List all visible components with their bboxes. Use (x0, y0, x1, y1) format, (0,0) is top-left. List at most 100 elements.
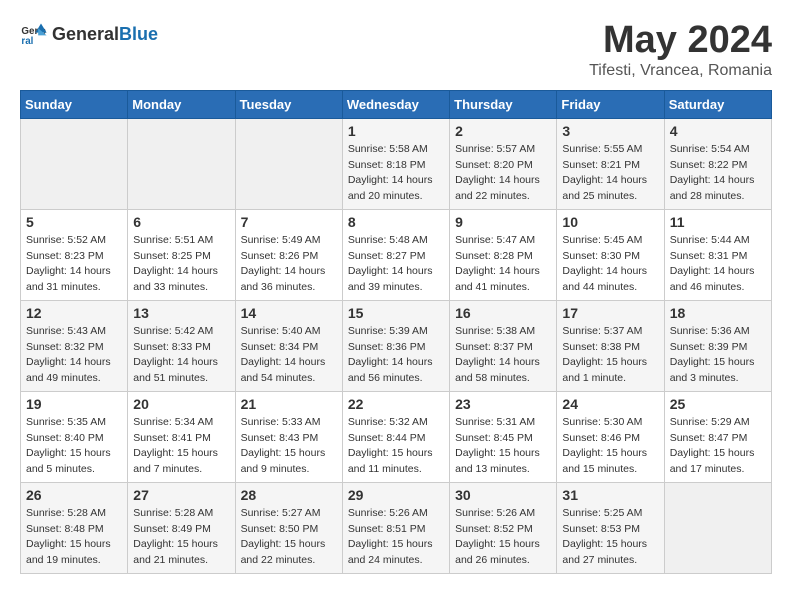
day-info: Sunrise: 5:28 AM Sunset: 8:48 PM Dayligh… (26, 506, 122, 569)
day-number: 31 (562, 487, 658, 503)
day-info: Sunrise: 5:31 AM Sunset: 8:45 PM Dayligh… (455, 415, 551, 478)
day-info: Sunrise: 5:37 AM Sunset: 8:38 PM Dayligh… (562, 324, 658, 387)
day-info: Sunrise: 5:49 AM Sunset: 8:26 PM Dayligh… (241, 233, 337, 296)
calendar-cell: 16Sunrise: 5:38 AM Sunset: 8:37 PM Dayli… (450, 300, 557, 391)
day-number: 25 (670, 396, 766, 412)
calendar-cell: 13Sunrise: 5:42 AM Sunset: 8:33 PM Dayli… (128, 300, 235, 391)
day-info: Sunrise: 5:25 AM Sunset: 8:53 PM Dayligh… (562, 506, 658, 569)
day-info: Sunrise: 5:55 AM Sunset: 8:21 PM Dayligh… (562, 142, 658, 205)
day-number: 29 (348, 487, 444, 503)
calendar-cell: 7 Sunrise: 5:49 AM Sunset: 8:26 PM Daylig… (235, 209, 342, 300)
location-subtitle: Tifesti, Vrancea, Romania (589, 62, 772, 80)
calendar-cell: 6 Sunrise: 5:51 AM Sunset: 8:25 PM Daylig… (128, 209, 235, 300)
day-info: Sunrise: 5:48 AM Sunset: 8:27 PM Dayligh… (348, 233, 444, 296)
day-info: Sunrise: 5:27 AM Sunset: 8:50 PM Dayligh… (241, 506, 337, 569)
day-number: 22 (348, 396, 444, 412)
calendar-cell: 15 Sunrise: 5:39 AM Sunset: 8:36 PM Dayli… (342, 300, 449, 391)
day-number: 6 (133, 214, 229, 230)
header-friday: Friday (557, 90, 664, 118)
day-number: 23 (455, 396, 551, 412)
day-number: 4 (670, 123, 766, 139)
day-number: 17 (562, 305, 658, 321)
day-info: Sunrise: 5:45 AM Sunset: 8:30 PM Dayligh… (562, 233, 658, 296)
calendar-cell: 5 Sunrise: 5:52 AM Sunset: 8:23 PM Daylig… (21, 209, 128, 300)
day-number: 9 (455, 214, 551, 230)
calendar-cell: 9Sunrise: 5:47 AM Sunset: 8:28 PM Daylig… (450, 209, 557, 300)
calendar-cell: 3 Sunrise: 5:55 AM Sunset: 8:21 PM Daylig… (557, 118, 664, 209)
day-number: 14 (241, 305, 337, 321)
calendar-cell: 19Sunrise: 5:35 AM Sunset: 8:40 PM Dayli… (21, 391, 128, 482)
header-monday: Monday (128, 90, 235, 118)
day-number: 10 (562, 214, 658, 230)
day-number: 30 (455, 487, 551, 503)
day-number: 7 (241, 214, 337, 230)
day-info: Sunrise: 5:26 AM Sunset: 8:52 PM Dayligh… (455, 506, 551, 569)
logo-general-text: General (52, 24, 119, 45)
calendar-cell (235, 118, 342, 209)
day-number: 26 (26, 487, 122, 503)
calendar-cell: 27Sunrise: 5:28 AM Sunset: 8:49 PM Dayli… (128, 482, 235, 573)
week-row-5: 26 Sunrise: 5:28 AM Sunset: 8:48 PM Dayli… (21, 482, 772, 573)
calendar-cell: 31 Sunrise: 5:25 AM Sunset: 8:53 PM Dayli… (557, 482, 664, 573)
day-info: Sunrise: 5:32 AM Sunset: 8:44 PM Dayligh… (348, 415, 444, 478)
day-info: Sunrise: 5:39 AM Sunset: 8:36 PM Dayligh… (348, 324, 444, 387)
calendar-cell: 12 Sunrise: 5:43 AM Sunset: 8:32 PM Dayli… (21, 300, 128, 391)
day-info: Sunrise: 5:29 AM Sunset: 8:47 PM Dayligh… (670, 415, 766, 478)
header-sunday: Sunday (21, 90, 128, 118)
day-info: Sunrise: 5:52 AM Sunset: 8:23 PM Dayligh… (26, 233, 122, 296)
day-info: Sunrise: 5:36 AM Sunset: 8:39 PM Dayligh… (670, 324, 766, 387)
day-info: Sunrise: 5:30 AM Sunset: 8:46 PM Dayligh… (562, 415, 658, 478)
svg-text:ral: ral (21, 36, 33, 47)
logo-icon: Gene ral (20, 20, 48, 48)
day-info: Sunrise: 5:35 AM Sunset: 8:40 PM Dayligh… (26, 415, 122, 478)
page-header: Gene ral General Blue May 2024 Tifesti, … (20, 20, 772, 80)
calendar-cell: 26 Sunrise: 5:28 AM Sunset: 8:48 PM Dayli… (21, 482, 128, 573)
day-number: 20 (133, 396, 229, 412)
calendar-cell: 20Sunrise: 5:34 AM Sunset: 8:41 PM Dayli… (128, 391, 235, 482)
day-number: 5 (26, 214, 122, 230)
week-row-1: 1Sunrise: 5:58 AM Sunset: 8:18 PM Daylig… (21, 118, 772, 209)
calendar-cell: 22 Sunrise: 5:32 AM Sunset: 8:44 PM Dayli… (342, 391, 449, 482)
calendar-cell: 29 Sunrise: 5:26 AM Sunset: 8:51 PM Dayli… (342, 482, 449, 573)
day-number: 12 (26, 305, 122, 321)
calendar-cell: 1Sunrise: 5:58 AM Sunset: 8:18 PM Daylig… (342, 118, 449, 209)
day-info: Sunrise: 5:26 AM Sunset: 8:51 PM Dayligh… (348, 506, 444, 569)
logo: Gene ral General Blue (20, 20, 158, 48)
day-info: Sunrise: 5:54 AM Sunset: 8:22 PM Dayligh… (670, 142, 766, 205)
calendar-cell (21, 118, 128, 209)
day-number: 11 (670, 214, 766, 230)
calendar-cell: 18Sunrise: 5:36 AM Sunset: 8:39 PM Dayli… (664, 300, 771, 391)
week-row-4: 19Sunrise: 5:35 AM Sunset: 8:40 PM Dayli… (21, 391, 772, 482)
calendar-cell: 24 Sunrise: 5:30 AM Sunset: 8:46 PM Dayli… (557, 391, 664, 482)
calendar-cell: 30 Sunrise: 5:26 AM Sunset: 8:52 PM Dayli… (450, 482, 557, 573)
calendar-cell: 14Sunrise: 5:40 AM Sunset: 8:34 PM Dayli… (235, 300, 342, 391)
calendar-header-row: Sunday Monday Tuesday Wednesday Thursday… (21, 90, 772, 118)
day-number: 15 (348, 305, 444, 321)
calendar-cell (128, 118, 235, 209)
day-number: 3 (562, 123, 658, 139)
calendar-cell: 28 Sunrise: 5:27 AM Sunset: 8:50 PM Dayli… (235, 482, 342, 573)
calendar-cell: 10 Sunrise: 5:45 AM Sunset: 8:30 PM Dayli… (557, 209, 664, 300)
day-number: 13 (133, 305, 229, 321)
calendar-cell: 23 Sunrise: 5:31 AM Sunset: 8:45 PM Dayli… (450, 391, 557, 482)
day-number: 16 (455, 305, 551, 321)
calendar-table: Sunday Monday Tuesday Wednesday Thursday… (20, 90, 772, 574)
header-wednesday: Wednesday (342, 90, 449, 118)
day-number: 8 (348, 214, 444, 230)
day-info: Sunrise: 5:43 AM Sunset: 8:32 PM Dayligh… (26, 324, 122, 387)
calendar-cell: 4 Sunrise: 5:54 AM Sunset: 8:22 PM Daylig… (664, 118, 771, 209)
day-info: Sunrise: 5:51 AM Sunset: 8:25 PM Dayligh… (133, 233, 229, 296)
header-thursday: Thursday (450, 90, 557, 118)
header-tuesday: Tuesday (235, 90, 342, 118)
logo-blue-text: Blue (119, 24, 158, 45)
week-row-3: 12 Sunrise: 5:43 AM Sunset: 8:32 PM Dayli… (21, 300, 772, 391)
day-info: Sunrise: 5:44 AM Sunset: 8:31 PM Dayligh… (670, 233, 766, 296)
calendar-cell: 11 Sunrise: 5:44 AM Sunset: 8:31 PM Dayli… (664, 209, 771, 300)
day-info: Sunrise: 5:33 AM Sunset: 8:43 PM Dayligh… (241, 415, 337, 478)
day-number: 24 (562, 396, 658, 412)
day-info: Sunrise: 5:57 AM Sunset: 8:20 PM Dayligh… (455, 142, 551, 205)
day-number: 27 (133, 487, 229, 503)
day-number: 28 (241, 487, 337, 503)
day-number: 1 (348, 123, 444, 139)
calendar-cell: 17 Sunrise: 5:37 AM Sunset: 8:38 PM Dayli… (557, 300, 664, 391)
